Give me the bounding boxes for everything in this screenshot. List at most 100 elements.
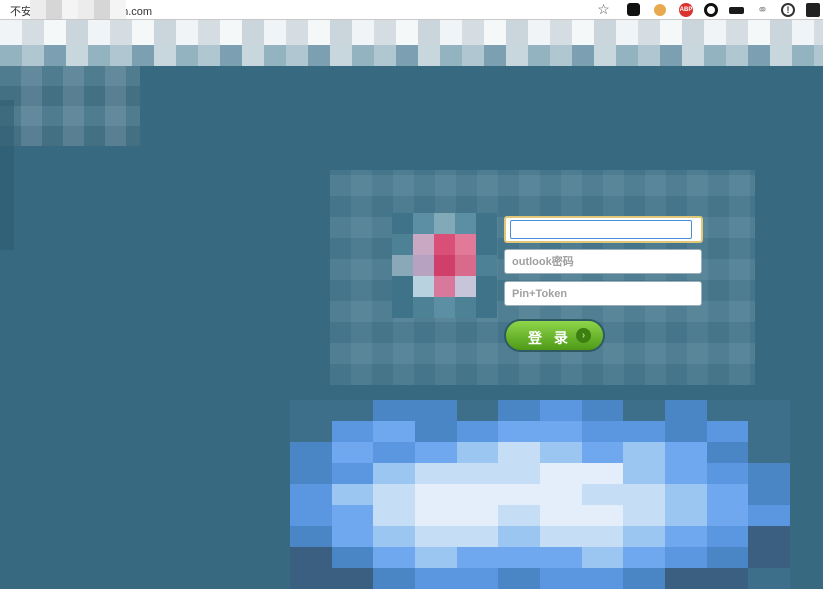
image-pixel	[623, 568, 665, 589]
logo-pixel	[434, 255, 455, 276]
image-pixel	[456, 484, 499, 505]
logo-pixel	[455, 276, 476, 297]
image-pixel	[665, 400, 707, 421]
image-pixel	[290, 484, 332, 505]
ext-tab-icon[interactable]	[627, 3, 640, 16]
image-pixel	[748, 526, 790, 547]
image-pixel	[748, 442, 790, 463]
image-pixel	[373, 463, 415, 484]
image-pixel	[331, 421, 374, 442]
info-icon[interactable]: !	[781, 3, 795, 17]
logo-pixel	[476, 255, 497, 276]
image-pixel	[623, 484, 665, 505]
image-pixel	[498, 526, 540, 547]
image-pixel	[581, 421, 624, 442]
image-pixel	[706, 547, 749, 568]
image-pixel	[748, 547, 790, 568]
image-pixel	[706, 484, 749, 505]
image-pixel	[581, 400, 624, 421]
login-button[interactable]: 登 录 ›	[504, 319, 605, 352]
image-pixel	[581, 442, 624, 463]
image-pixel	[540, 526, 582, 547]
image-pixel	[540, 568, 582, 589]
circle-icon[interactable]	[704, 3, 718, 17]
image-pixel	[581, 526, 624, 547]
image-pixel	[623, 400, 665, 421]
image-pixel	[665, 421, 707, 442]
pin-token-field[interactable]	[504, 281, 702, 306]
image-pixel	[665, 484, 707, 505]
login-button-label: 登 录	[528, 330, 572, 346]
left-edge-decoration	[0, 100, 14, 250]
image-pixel	[373, 442, 415, 463]
image-pixel	[706, 526, 749, 547]
image-pixel	[290, 568, 332, 589]
image-pixel	[498, 505, 540, 526]
image-pixel	[331, 442, 374, 463]
glasses-icon[interactable]	[729, 7, 744, 14]
logo-pixel	[392, 297, 413, 318]
logo-pixel	[455, 255, 476, 276]
image-pixel	[498, 484, 540, 505]
image-pixel	[665, 442, 707, 463]
logo-pixel	[392, 276, 413, 297]
image-pixel	[706, 505, 749, 526]
image-pixel	[748, 421, 790, 442]
image-pixel	[290, 400, 332, 421]
browser-address-bar[interactable]: 不安 dn.com ☆ ABP ⚭ !	[0, 0, 823, 20]
logo-pixel	[392, 213, 413, 234]
image-pixel	[623, 442, 665, 463]
image-pixel	[748, 484, 790, 505]
link-icon[interactable]: ⚭	[755, 2, 770, 17]
image-pixel	[373, 568, 415, 589]
image-pixel	[748, 463, 790, 484]
image-pixel	[415, 421, 457, 442]
image-pixel	[665, 547, 707, 568]
logo-pixel	[434, 213, 455, 234]
image-pixel	[331, 505, 374, 526]
image-pixel	[748, 400, 790, 421]
logo-pixel	[413, 234, 434, 255]
image-pixel	[581, 547, 624, 568]
image-pixel	[373, 421, 415, 442]
image-pixel	[623, 526, 665, 547]
image-pixel	[415, 568, 457, 589]
image-pixel	[706, 568, 749, 589]
image-pixel	[331, 547, 374, 568]
image-pixel	[415, 484, 457, 505]
logo-pixel	[413, 255, 434, 276]
image-pixel	[665, 568, 707, 589]
image-pixel	[373, 505, 415, 526]
logo-pixel	[392, 234, 413, 255]
username-field[interactable]	[504, 216, 703, 243]
image-pixel	[456, 526, 499, 547]
logo-blurred	[392, 213, 497, 318]
image-pixel	[373, 547, 415, 568]
image-pixel	[456, 421, 499, 442]
image-pixel	[706, 400, 749, 421]
image-pixel	[456, 568, 499, 589]
header-banner-edge-blurred	[0, 45, 823, 66]
adblock-icon[interactable]: ABP	[679, 3, 693, 17]
image-pixel	[665, 505, 707, 526]
image-pixel	[331, 568, 374, 589]
password-field[interactable]	[504, 249, 702, 274]
url-redaction	[30, 0, 126, 19]
image-pixel	[415, 547, 457, 568]
image-pixel	[415, 505, 457, 526]
image-pixel	[456, 505, 499, 526]
logo-pixel	[434, 234, 455, 255]
image-pixel	[415, 463, 457, 484]
profile-icon[interactable]	[806, 3, 820, 17]
image-pixel	[456, 463, 499, 484]
image-pixel	[290, 442, 332, 463]
star-icon[interactable]: ☆	[596, 2, 611, 17]
cookie-icon[interactable]	[654, 4, 666, 16]
logo-pixel	[434, 276, 455, 297]
image-pixel	[540, 442, 582, 463]
logo-pixel	[455, 297, 476, 318]
arrow-right-icon: ›	[576, 328, 591, 343]
logo-pixel	[476, 234, 497, 255]
image-pixel	[581, 484, 624, 505]
logo-pixel	[434, 297, 455, 318]
